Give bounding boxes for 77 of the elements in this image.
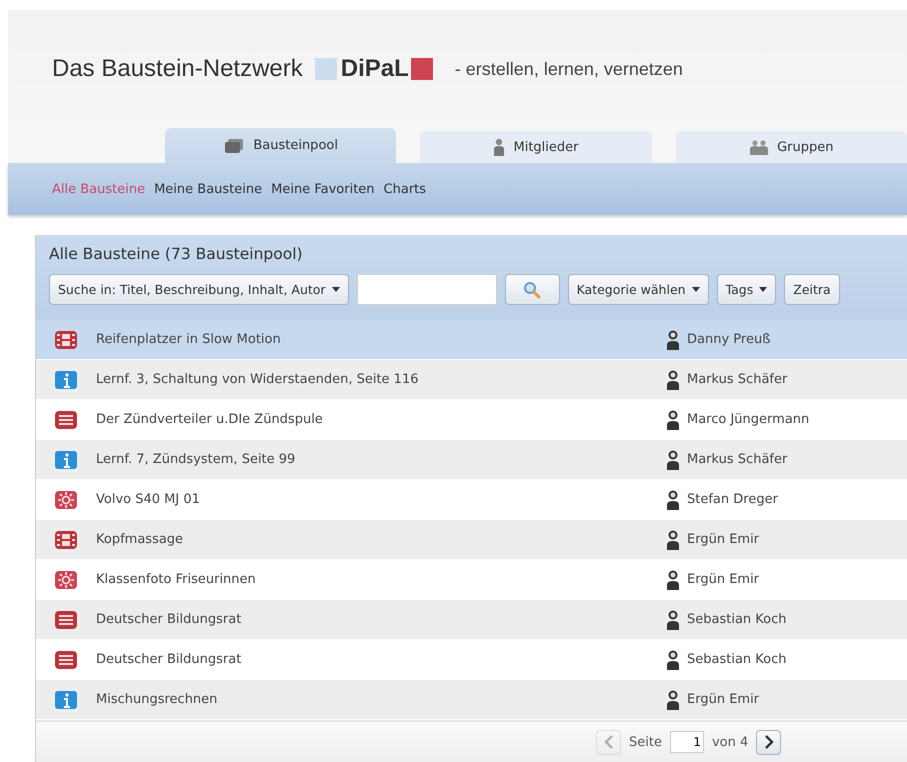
film-icon bbox=[54, 330, 78, 350]
film-icon bbox=[54, 530, 78, 550]
table-row[interactable]: Deutscher Bildungsrat Sebastian Koch bbox=[36, 600, 907, 640]
search-scope-dropdown[interactable]: Suche in: Titel, Beschreibung, Inhalt, Autor bbox=[49, 274, 349, 305]
slogan: - erstellen, lernen, vernetzen bbox=[454, 58, 683, 80]
sun-image-icon bbox=[54, 490, 78, 510]
table-row[interactable]: Reifenplatzer in Slow Motion Danny Preuß bbox=[36, 320, 907, 360]
people-icon bbox=[749, 139, 770, 155]
next-page-button[interactable] bbox=[756, 730, 782, 754]
search-icon bbox=[523, 280, 542, 298]
user-icon bbox=[666, 410, 680, 430]
subnav-link[interactable]: Meine Favoriten bbox=[271, 182, 375, 196]
title-cell-text: Kopfmassage bbox=[96, 532, 184, 547]
text-document-icon bbox=[54, 610, 78, 630]
title-cell-text: Deutscher Bildungsrat bbox=[96, 652, 242, 667]
logo-square-icon bbox=[314, 58, 337, 80]
table-row[interactable]: Lernf. 3, Schaltung von Widerstaenden, Seite 116 Markus Schäfer bbox=[36, 360, 907, 400]
panel-title: Alle Bausteine (73 Bausteinpool) bbox=[49, 245, 304, 265]
page-field[interactable]: 1 bbox=[670, 731, 704, 753]
chevron-left-icon bbox=[604, 735, 614, 749]
caret-icon bbox=[332, 287, 340, 292]
author-name[interactable]: Markus Schäfer bbox=[687, 452, 788, 467]
time-dropdown[interactable]: Zeitra bbox=[784, 274, 840, 305]
author-name[interactable]: Stefan Dreger bbox=[687, 492, 778, 507]
user-icon bbox=[666, 490, 680, 510]
text-document-icon bbox=[54, 410, 78, 430]
site-title: Das Baustein-Netzwerk bbox=[52, 55, 303, 83]
table-row[interactable]: Mischungsrechnen Ergün Emir bbox=[36, 680, 907, 720]
author-name[interactable]: Ergün Emir bbox=[687, 692, 760, 707]
logo-square-icon bbox=[410, 58, 433, 80]
user-icon bbox=[666, 450, 680, 470]
page-count: von 4 bbox=[712, 734, 748, 750]
user-icon bbox=[666, 530, 680, 550]
title-cell-text: Lernf. 3, Schaltung von Widerstaenden, Seite 116 bbox=[96, 372, 420, 387]
title-cell-text: Reifenplatzer in Slow Motion bbox=[96, 332, 282, 347]
title-cell-text: Deutscher Bildungsrat bbox=[96, 612, 242, 627]
title-cell-text: Lernf. 7, Zündsystem, Seite 99 bbox=[96, 452, 296, 467]
table-row[interactable]: Kopfmassage Ergün Emir bbox=[36, 520, 907, 560]
author-name[interactable]: Markus Schäfer bbox=[687, 372, 788, 387]
user-icon bbox=[666, 690, 680, 710]
author-name[interactable]: Marco Jüngermann bbox=[687, 412, 810, 427]
user-icon bbox=[666, 330, 680, 350]
user-icon bbox=[666, 570, 680, 590]
info-icon bbox=[54, 450, 78, 470]
blocks-icon bbox=[223, 138, 246, 154]
subnav-link[interactable]: Meine Bausteine bbox=[154, 182, 262, 196]
title-cell-text: Klassenfoto Friseurinnen bbox=[96, 572, 257, 587]
author-name[interactable]: Ergün Emir bbox=[687, 572, 760, 587]
person-icon bbox=[493, 138, 506, 156]
text-document-icon bbox=[54, 650, 78, 670]
page-label: Seite bbox=[629, 734, 662, 750]
info-icon bbox=[54, 690, 78, 710]
user-icon bbox=[666, 650, 680, 670]
user-icon bbox=[666, 370, 680, 390]
search-field[interactable] bbox=[356, 274, 497, 305]
subnav-link[interactable]: Charts bbox=[384, 182, 426, 196]
category-dropdown[interactable]: Kategorie wählen bbox=[568, 274, 709, 305]
search-button[interactable] bbox=[504, 274, 560, 305]
author-name[interactable]: Sebastian Koch bbox=[687, 652, 787, 667]
nav-tab[interactable]: Bausteinpool bbox=[165, 128, 396, 163]
user-icon bbox=[666, 610, 680, 630]
chevron-right-icon bbox=[764, 735, 774, 749]
caret-icon bbox=[759, 287, 768, 292]
tags-dropdown[interactable]: Tags bbox=[716, 274, 776, 305]
table-row[interactable]: Lernf. 7, Zündsystem, Seite 99 Markus Schäfer bbox=[36, 440, 907, 480]
title-cell-text: Volvo S40 MJ 01 bbox=[96, 492, 201, 507]
nav-tab[interactable]: Gruppen bbox=[676, 131, 907, 163]
author-name[interactable]: Sebastian Koch bbox=[687, 612, 787, 627]
logo-text: DiPaL bbox=[340, 55, 410, 83]
info-icon bbox=[54, 370, 78, 390]
title-cell-text: Mischungsrechnen bbox=[96, 692, 218, 707]
author-name[interactable]: Ergün Emir bbox=[687, 532, 760, 547]
title-cell-text: Der Zündverteiler u.DIe Zündspule bbox=[96, 412, 324, 427]
author-name[interactable]: Danny Preuß bbox=[687, 332, 770, 347]
sun-image-icon bbox=[54, 570, 78, 590]
caret-icon bbox=[692, 287, 700, 292]
nav-tab[interactable]: Mitglieder bbox=[420, 131, 652, 163]
